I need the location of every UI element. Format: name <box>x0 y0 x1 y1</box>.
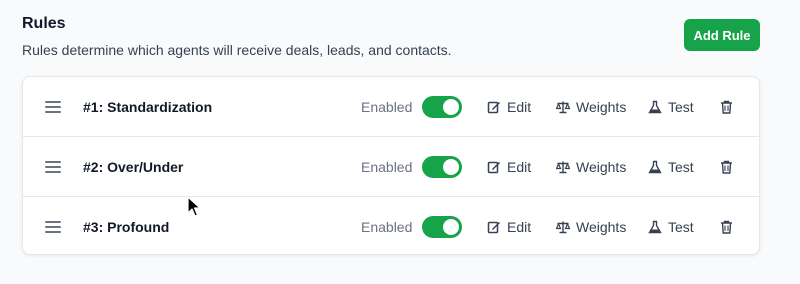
weights-button[interactable]: Weights <box>556 159 626 175</box>
weights-button[interactable]: Weights <box>556 99 626 115</box>
weights-label: Weights <box>576 218 627 235</box>
scale-icon <box>556 161 570 173</box>
weights-label: Weights <box>576 158 627 175</box>
add-rule-button[interactable]: Add Rule <box>684 19 760 51</box>
rule-enabled-toggle[interactable] <box>422 215 462 238</box>
toggle-knob <box>443 158 459 175</box>
rule-name: #1: Standardization <box>83 98 213 115</box>
rule-status-label: Enabled <box>361 218 413 235</box>
test-label: Test <box>668 98 694 115</box>
test-button[interactable]: Test <box>648 159 694 175</box>
rule-enabled-toggle[interactable] <box>422 95 462 118</box>
test-label: Test <box>668 218 694 235</box>
toggle-knob <box>443 98 459 115</box>
rule-row: #1: Standardization Enabled Edit Weights… <box>23 77 759 137</box>
drag-handle-icon[interactable] <box>45 100 61 113</box>
drag-handle-icon[interactable] <box>45 220 61 233</box>
drag-handle-icon[interactable] <box>45 160 61 173</box>
edit-button[interactable]: Edit <box>487 219 531 235</box>
flask-icon <box>648 160 662 173</box>
trash-icon <box>721 160 732 174</box>
edit-label: Edit <box>507 218 532 235</box>
edit-label: Edit <box>507 98 532 115</box>
scale-icon <box>556 221 570 233</box>
test-label: Test <box>668 158 694 175</box>
edit-icon <box>487 101 500 113</box>
mouse-cursor-icon <box>187 196 201 217</box>
toggle-knob <box>443 218 459 235</box>
edit-icon <box>487 161 500 173</box>
edit-button[interactable]: Edit <box>487 159 531 175</box>
test-button[interactable]: Test <box>648 99 694 115</box>
trash-icon <box>721 220 732 234</box>
edit-icon <box>487 221 500 233</box>
rule-enabled-toggle[interactable] <box>422 155 462 178</box>
delete-button[interactable] <box>720 220 733 234</box>
rule-row: #3: Profound Enabled Edit Weights Test <box>23 197 759 256</box>
flask-icon <box>648 220 662 233</box>
trash-icon <box>721 100 732 114</box>
rule-row: #2: Over/Under Enabled Edit Weights Test <box>23 137 759 197</box>
page-title: Rules <box>22 15 66 32</box>
delete-button[interactable] <box>720 160 733 174</box>
delete-button[interactable] <box>720 100 733 114</box>
rule-status-label: Enabled <box>361 158 413 175</box>
rule-status-label: Enabled <box>361 98 413 115</box>
weights-label: Weights <box>576 98 627 115</box>
page-subtitle: Rules determine which agents will receiv… <box>22 42 452 58</box>
page-header: Rules Rules determine which agents will … <box>22 12 760 72</box>
rule-name: #3: Profound <box>83 218 170 235</box>
weights-button[interactable]: Weights <box>556 219 626 235</box>
flask-icon <box>648 100 662 113</box>
edit-button[interactable]: Edit <box>487 99 531 115</box>
scale-icon <box>556 101 570 113</box>
test-button[interactable]: Test <box>648 219 694 235</box>
rules-list: #1: Standardization Enabled Edit Weights… <box>22 76 760 255</box>
rule-name: #2: Over/Under <box>83 158 184 175</box>
edit-label: Edit <box>507 158 532 175</box>
